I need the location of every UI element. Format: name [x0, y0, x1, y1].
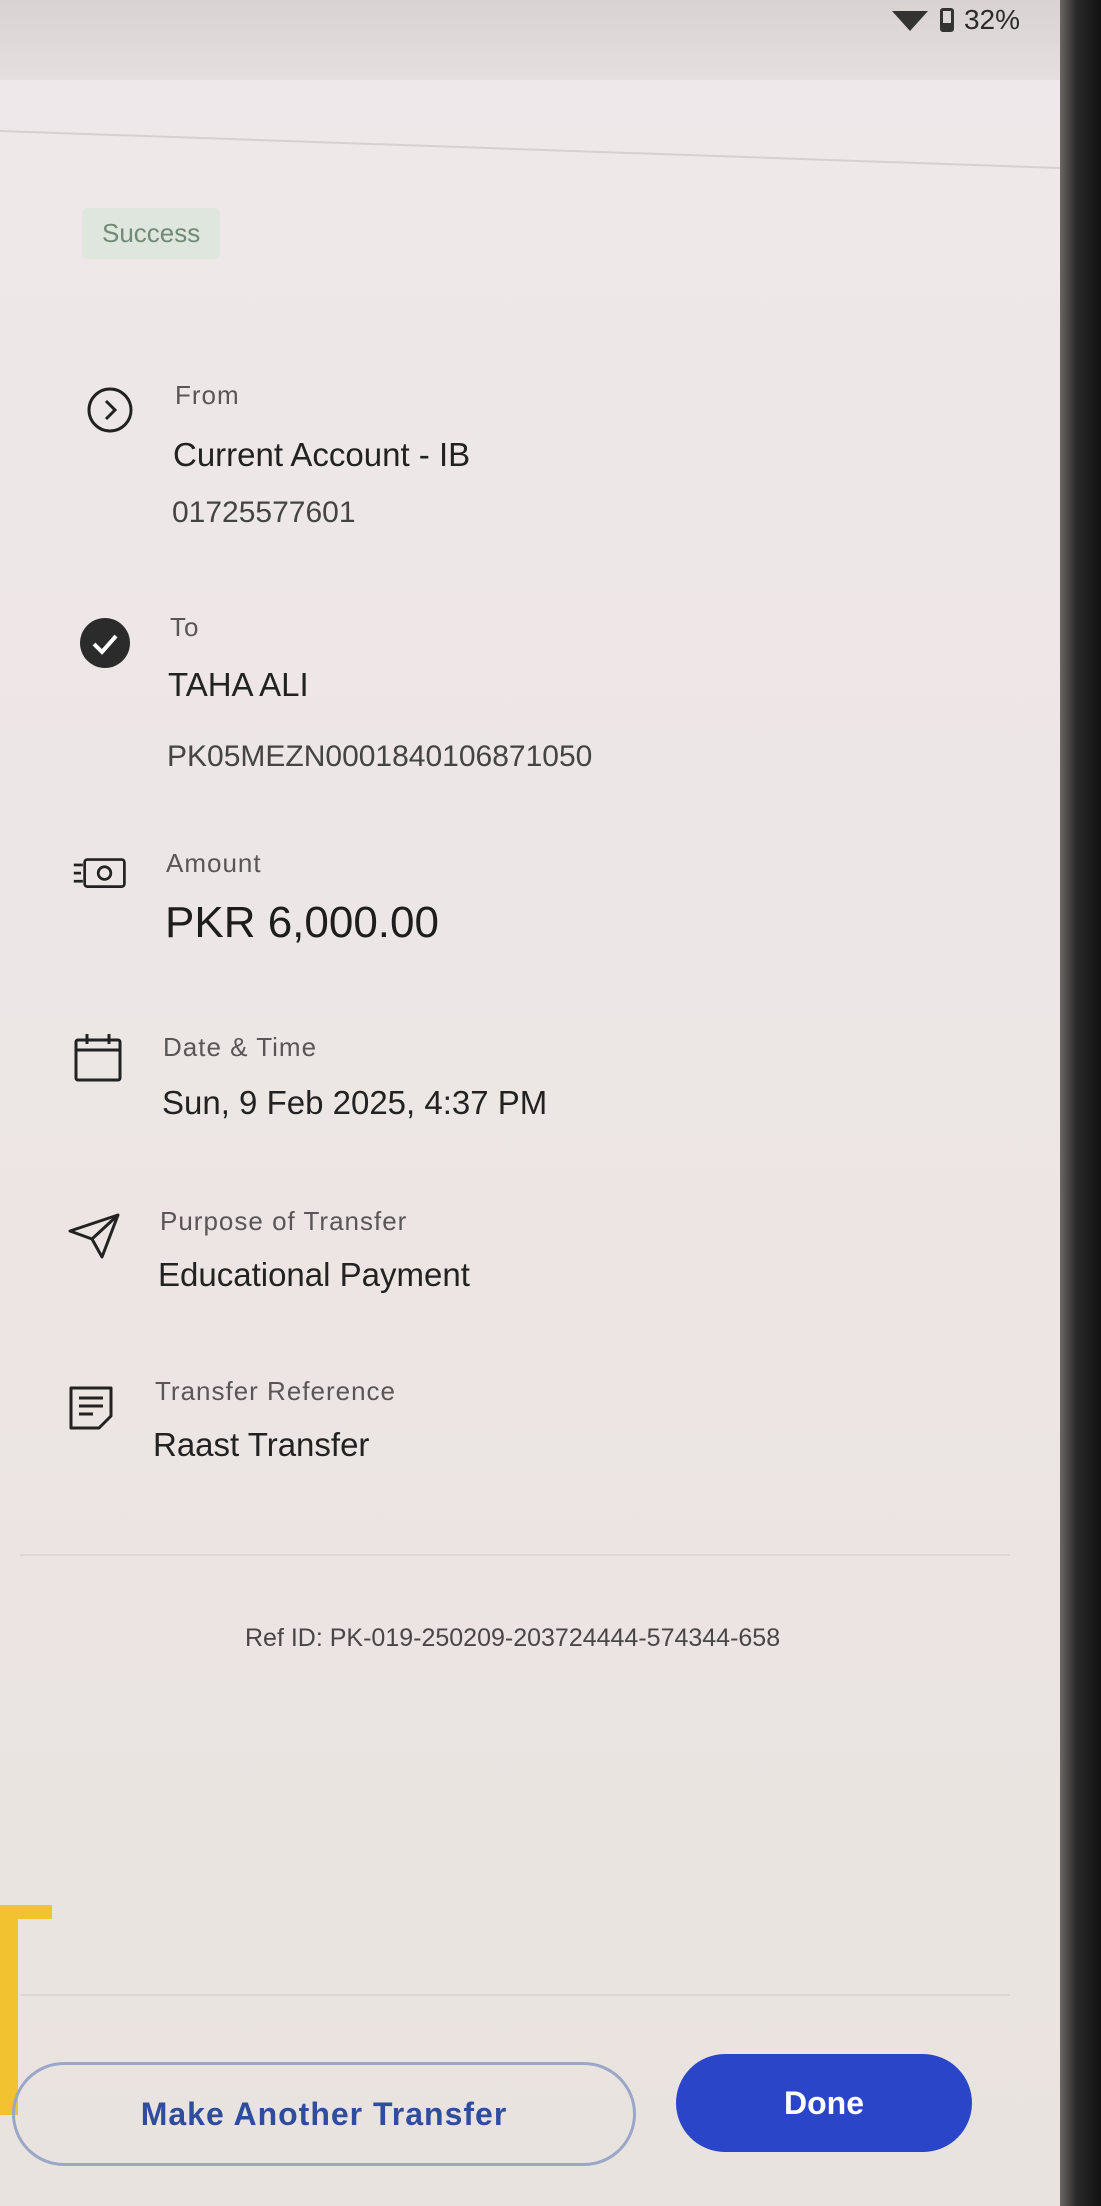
device-edge	[1060, 0, 1101, 2206]
to-name: TAHA ALI	[168, 666, 309, 703]
decorative-edge-tab	[0, 1905, 52, 1919]
from-account-name: Current Account - IB	[173, 436, 471, 473]
decorative-edge	[0, 1905, 18, 2115]
reference-value: Raast Transfer	[153, 1426, 370, 1463]
purpose-value: Educational Payment	[158, 1256, 470, 1293]
footer-divider	[20, 1994, 1010, 1996]
section-divider	[20, 1554, 1010, 1556]
check-circle-icon	[77, 615, 133, 671]
to-iban: PK05MEZN0001840106871050	[167, 740, 593, 773]
battery-icon	[939, 8, 954, 32]
amount-label: Amount	[166, 848, 262, 878]
cash-icon	[72, 846, 128, 902]
from-label: From	[175, 380, 240, 410]
done-button[interactable]: Done	[676, 2054, 972, 2152]
reference-id: Ref ID: PK-019-250209-203724444-574344-6…	[245, 1624, 781, 1652]
send-icon	[66, 1208, 122, 1264]
battery-percent: 32%	[963, 4, 1020, 35]
make-another-transfer-button[interactable]: Make Another Transfer	[12, 2062, 636, 2166]
to-label: To	[170, 612, 200, 642]
datetime-value: Sun, 9 Feb 2025, 4:37 PM	[162, 1084, 548, 1121]
purpose-label: Purpose of Transfer	[160, 1206, 408, 1236]
status-icons: 32%	[890, 0, 1020, 40]
transfer-receipt-screen: 32% Success From Current Account - IB 01…	[0, 0, 1060, 2206]
chevron-right-circle-icon	[82, 382, 138, 438]
reference-label: Transfer Reference	[155, 1376, 397, 1406]
header-divider	[0, 130, 1060, 170]
from-account-number: 01725577601	[172, 496, 356, 529]
note-icon	[63, 1380, 119, 1436]
status-bar: 32%	[0, 0, 1060, 80]
datetime-label: Date & Time	[163, 1032, 318, 1062]
signal-icon	[891, 11, 928, 31]
amount-value: PKR 6,000.00	[165, 898, 439, 947]
calendar-icon	[70, 1030, 126, 1086]
status-badge: Success	[82, 208, 221, 259]
